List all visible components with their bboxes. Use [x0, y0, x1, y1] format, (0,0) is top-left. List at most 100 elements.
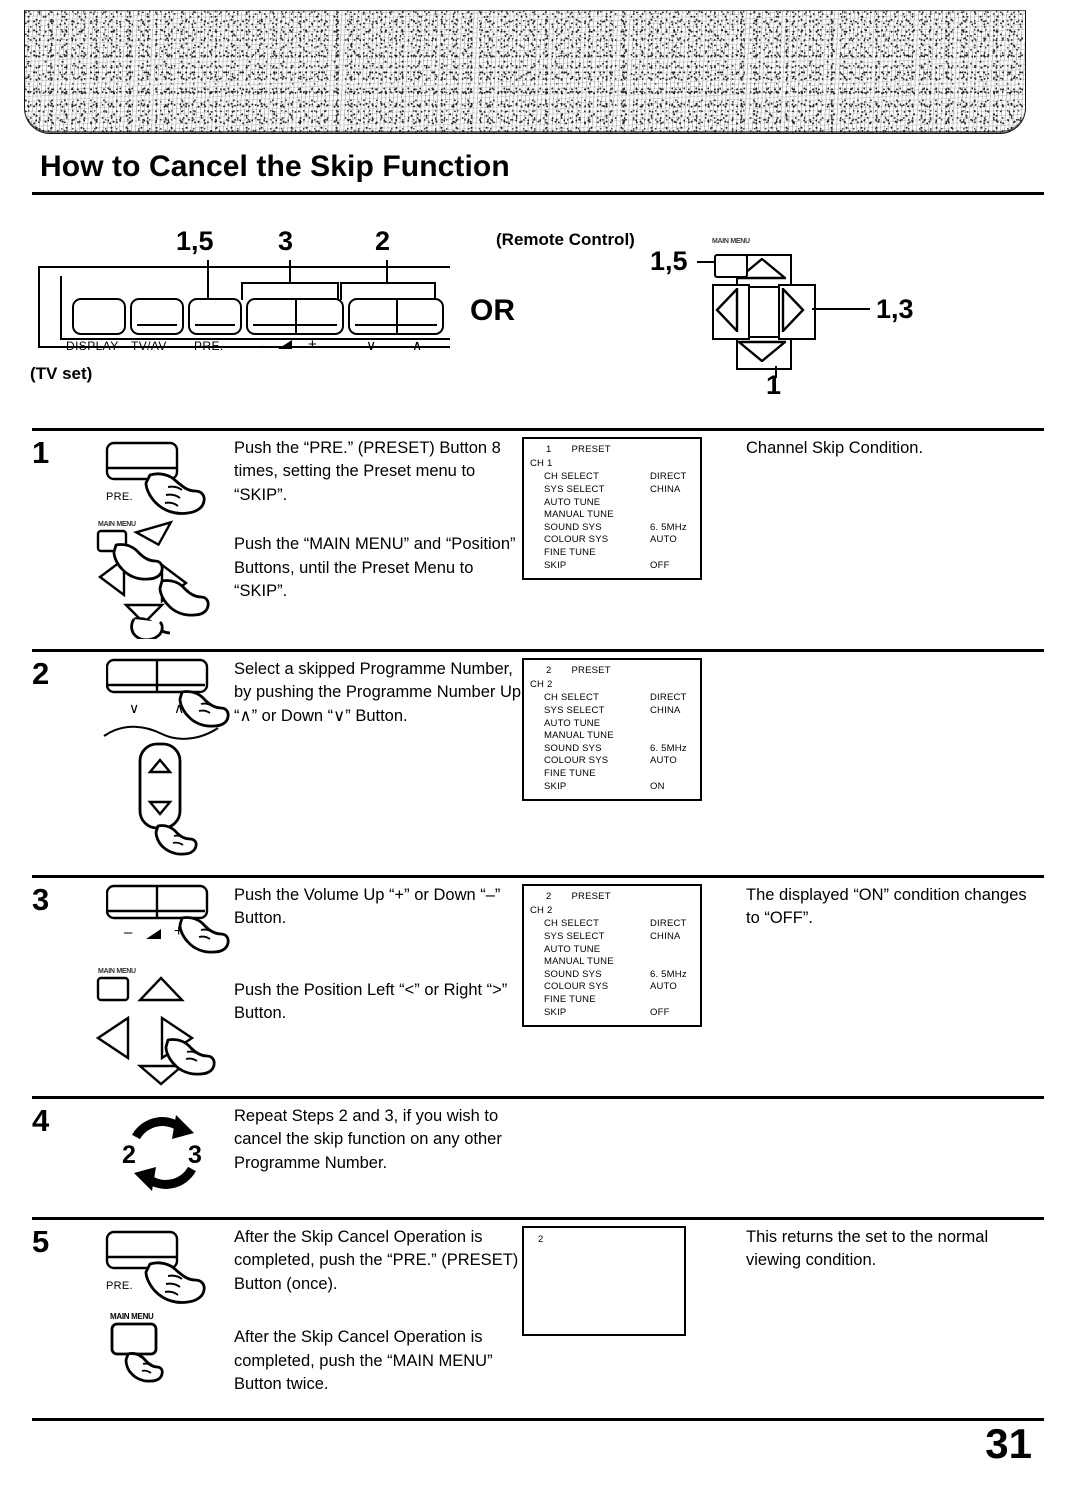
tv-button-pre[interactable] [188, 298, 242, 335]
scanned-header-band [24, 10, 1026, 134]
step-instruction: After the Skip Cancel Operation is compl… [234, 1228, 519, 1293]
osd-index: 2 [546, 891, 552, 902]
osd-index: 1 [546, 444, 552, 455]
step-number-cell: 2 [32, 652, 84, 689]
main-menu-press-illustration [102, 1310, 212, 1394]
step-number: 1 [32, 435, 50, 470]
main-menu-button-label: MAIN MENU [98, 968, 136, 975]
step-osd-cell: 2 PRESET CH 2 CH SELECT DIRECT SYS SELECT… [522, 878, 732, 1028]
osd-item: COLOUR SYS AUTO [544, 534, 678, 546]
step-instruction: Select a skipped Programme Number, by pu… [234, 660, 522, 725]
osd-item: AUTO TUNE [544, 943, 601, 955]
osd-item: SYS SELECT CHINA [544, 930, 681, 942]
remote-control-caption: (Remote Control) [496, 230, 635, 249]
tv-button-volume[interactable] [246, 298, 344, 335]
osd-item: MANUAL TUNE [544, 730, 614, 742]
osd-index: 2 [538, 1234, 544, 1245]
osd-item: SOUND SYS 6. 5MHz [544, 968, 687, 980]
step-number-cell: 1 [32, 431, 84, 468]
channel-down-label: ∨ [129, 700, 140, 716]
osd-item: CH SELECT DIRECT [544, 471, 687, 483]
step-row-3: 3 – + MAIN MENU Push the Volume Up “+” o… [32, 878, 1044, 1096]
step-osd-cell: 2 [522, 1220, 732, 1336]
tv-label-pre: PRE. [194, 339, 224, 353]
step-note-cell: This returns the set to the normal viewi… [732, 1220, 1044, 1273]
volume-minus-label: – [124, 924, 133, 941]
step-note: Channel Skip Condition. [746, 439, 924, 457]
step-note: The displayed “ON” condition changes to … [746, 886, 1027, 928]
tv-button-display[interactable] [72, 298, 126, 335]
pre-button-label: PRE. [106, 1280, 133, 1292]
step-instruction: Push the Volume Up “+” or Down “–” Butto… [234, 886, 501, 928]
osd-item: SOUND SYS 6. 5MHz [544, 742, 687, 754]
step-instruction: After the Skip Cancel Operation is compl… [234, 1328, 493, 1394]
osd-item: CH SELECT DIRECT [544, 692, 687, 704]
step-row-1: 1 PRE. MAIN MENU Push the “PRE.” (PRESET… [32, 431, 1044, 649]
step-instructions-cell: Push the Volume Up “+” or Down “–” Butto… [234, 878, 522, 1026]
tv-button-channel[interactable] [348, 298, 444, 335]
dpad-left-icon [715, 288, 739, 332]
callout-remote-left-right: 1,3 [876, 294, 914, 324]
manual-page: How to Cancel the Skip Function 1,5 3 2 [0, 0, 1080, 1507]
channel-up-label: ∧ [174, 700, 185, 716]
osd-item: SOUND SYS 6. 5MHz [544, 521, 687, 533]
osd-item-list: CH SELECT DIRECT SYS SELECT CHINA AUTO TUN… [530, 918, 694, 1019]
step-instruction: Push the “MAIN MENU” and “Position” Butt… [234, 535, 516, 601]
volume-rocker-illustration [106, 880, 236, 960]
osd-channel: CH 2 [530, 904, 553, 916]
repeat-cycle-right-label: 3 [188, 1141, 202, 1169]
step-instruction: Repeat Steps 2 and 3, if you wish to can… [234, 1107, 502, 1172]
main-menu-button-label: MAIN MENU [98, 521, 136, 528]
step-number-cell: 4 [32, 1099, 84, 1136]
osd-item: COLOUR SYS AUTO [544, 755, 678, 767]
osd-item: CH SELECT DIRECT [544, 918, 687, 930]
osd-item-list: CH SELECT DIRECT SYS SELECT CHINA AUTO TUN… [530, 692, 694, 793]
repeat-cycle-left-label: 2 [122, 1141, 136, 1169]
step-number: 4 [32, 1103, 50, 1138]
osd-item: MANUAL TUNE [544, 509, 614, 521]
step-instruction: Push the Position Left “<” or Right “>” … [234, 980, 508, 1023]
page-title: How to Cancel the Skip Function [40, 150, 510, 183]
step-osd-cell: 1 PRESET CH 1 CH SELECT DIRECT SYS SELECT… [522, 431, 732, 581]
tv-label-tvav: TV/AV [131, 339, 167, 353]
remote-main-menu-button[interactable] [714, 254, 748, 278]
osd-item: AUTO TUNE [544, 496, 601, 508]
step-instruction: Push the “PRE.” (PRESET) Button 8 times,… [234, 439, 501, 504]
step-row-5: 5 PRE. MAIN MENU After the Skip Cancel O… [32, 1220, 1044, 1397]
callout-channel: 2 [375, 226, 391, 256]
step-row-2: 2 ∨ ∧ Select a skipped Programme Number,… [32, 652, 1044, 875]
osd-screen-blank: 2 [522, 1226, 686, 1336]
tv-label-channel-up: ∧ [412, 337, 423, 353]
remote-main-menu-label: MAIN MENU [712, 238, 750, 245]
osd-channel: CH 2 [530, 678, 553, 690]
osd-item: SKIP ON [544, 780, 665, 792]
step-number: 3 [32, 882, 50, 917]
osd-item: FINE TUNE [544, 547, 596, 558]
osd-title: PRESET [571, 444, 611, 455]
step-note-cell [732, 652, 1044, 658]
osd-index: 2 [546, 665, 552, 676]
osd-channel: CH 1 [530, 457, 553, 469]
osd-item: SKIP OFF [544, 1006, 670, 1018]
osd-item: SYS SELECT CHINA [544, 483, 681, 495]
step-osd-cell [522, 1099, 732, 1105]
dpad-right-icon [781, 288, 805, 332]
step-note-cell [732, 1099, 1044, 1105]
step-instructions-cell: Push the “PRE.” (PRESET) Button 8 times,… [234, 431, 522, 604]
osd-screen: 2 PRESET CH 2 CH SELECT DIRECT SYS SELECT… [522, 884, 702, 1028]
leader-remote-down [775, 366, 777, 378]
osd-screen: 2 PRESET CH 2 CH SELECT DIRECT SYS SELECT… [522, 658, 702, 802]
tv-button-tvav[interactable] [130, 298, 184, 335]
callout-volume: 3 [278, 226, 294, 256]
or-separator: OR [470, 294, 515, 327]
pre-button-label: PRE. [106, 491, 133, 503]
step-note-cell: Channel Skip Condition. [732, 431, 1044, 460]
step-number: 5 [32, 1224, 50, 1259]
main-menu-position-illustration [90, 519, 240, 639]
tv-label-display: DISPLAY [66, 339, 119, 353]
osd-item-list: CH SELECT DIRECT SYS SELECT CHINA AUTO TUN… [530, 471, 694, 572]
dpad-down-icon [738, 340, 786, 362]
main-menu-button-label: MAIN MENU [110, 1312, 154, 1321]
step-note: This returns the set to the normal viewi… [746, 1228, 989, 1270]
pre-button-press-illustration [94, 1224, 234, 1316]
